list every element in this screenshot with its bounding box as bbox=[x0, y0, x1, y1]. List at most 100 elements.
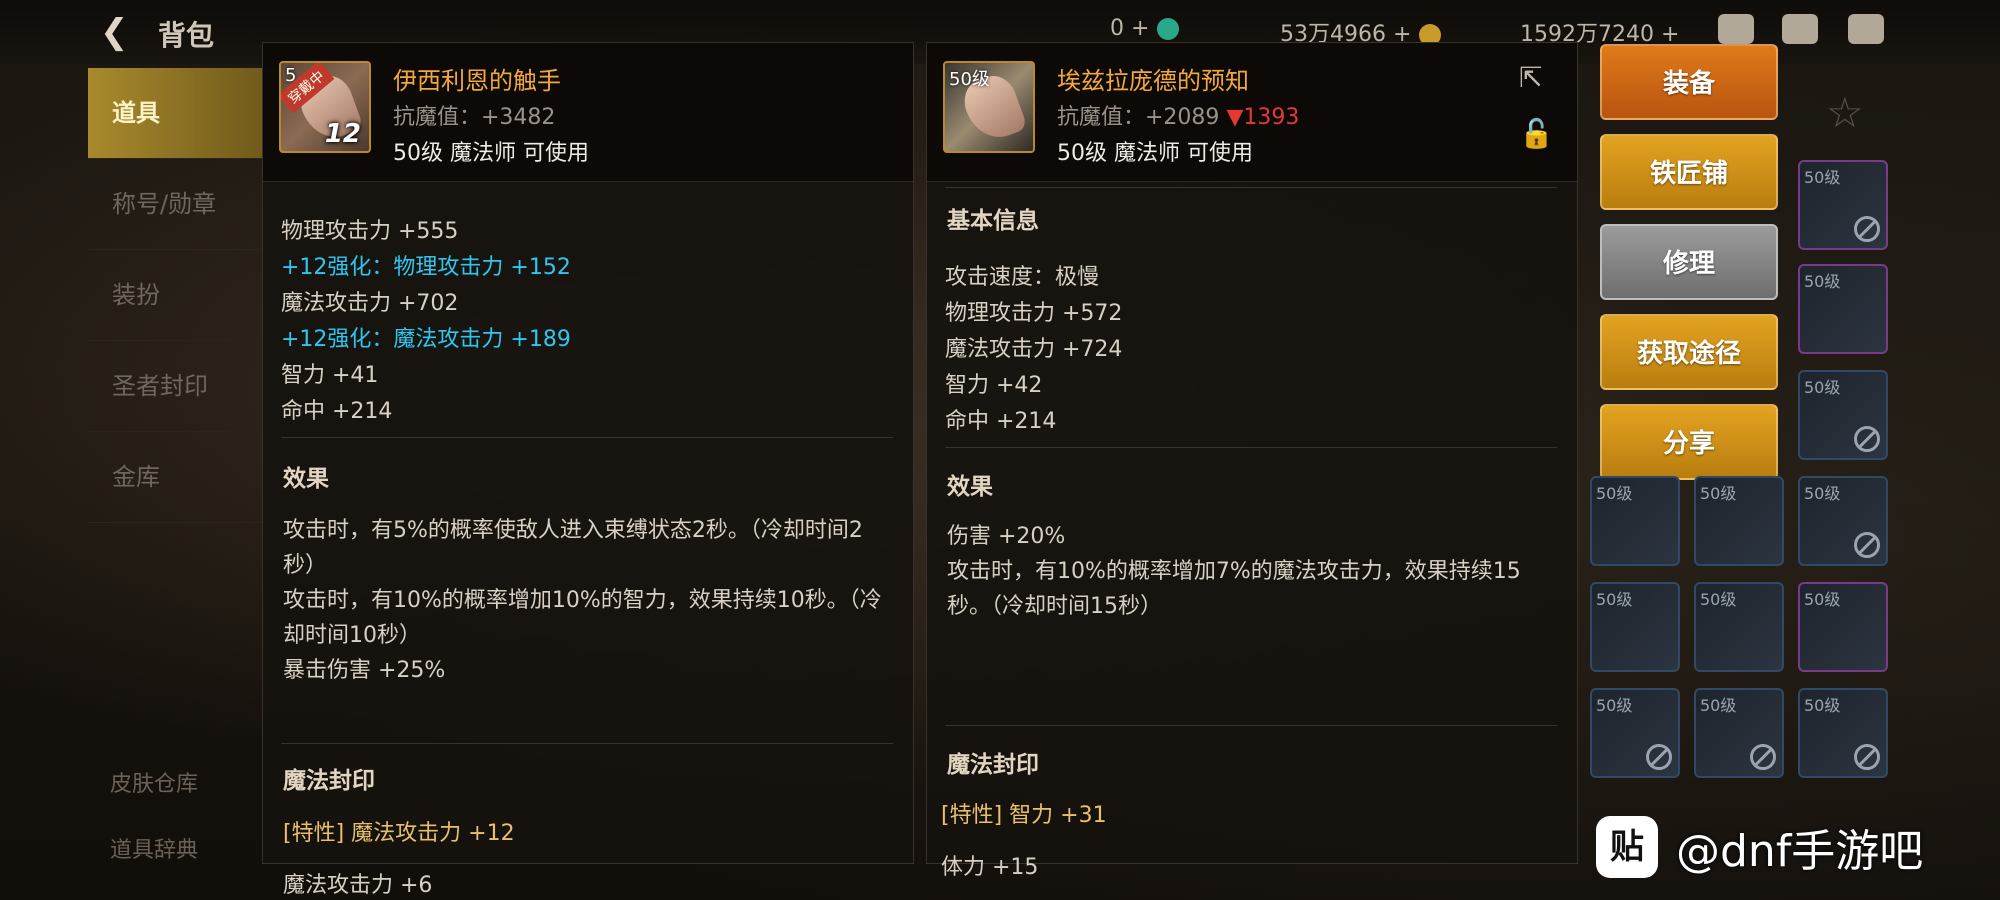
favorite-star-icon[interactable]: ☆ bbox=[1826, 88, 1864, 137]
share-button[interactable]: 分享 bbox=[1600, 404, 1778, 480]
item-name: 埃兹拉庞德的预知 bbox=[1057, 67, 1249, 95]
slot-level: 50级 bbox=[1804, 168, 1841, 187]
item-magic-resist: 抗魔值：+2089 ▼1393 bbox=[1057, 99, 1299, 131]
page-title: 背包 bbox=[158, 19, 215, 52]
effect-line: 攻击时，有5%的概率使敌人进入束缚状态2秒。（冷却时间2秒） bbox=[283, 518, 863, 578]
slot-level: 50级 bbox=[1804, 378, 1841, 397]
no-icon bbox=[1854, 532, 1880, 558]
enhance-level: 12 bbox=[324, 119, 361, 149]
item-requirement: 50级 魔法师 可使用 bbox=[393, 141, 589, 166]
effect-title: 效果 bbox=[283, 466, 329, 492]
inventory-slot[interactable]: 50级 bbox=[1798, 688, 1888, 778]
stat-line: +12强化：物理攻击力 +152 bbox=[281, 255, 571, 280]
inventory-slot[interactable]: 50级 bbox=[1590, 688, 1680, 778]
stat-line: 智力 +42 bbox=[945, 373, 1043, 398]
item-icon: 5 穿戴中 12 bbox=[279, 61, 371, 153]
magic-resist-diff: ▼1393 bbox=[1226, 105, 1300, 130]
tieba-logo-icon: 贴 bbox=[1596, 816, 1658, 878]
stat-line: 物理攻击力 +555 bbox=[281, 219, 459, 244]
inventory-slot[interactable]: 50级 bbox=[1694, 688, 1784, 778]
seal-extra: 体力 +15 bbox=[941, 855, 1039, 880]
chat-icon[interactable] bbox=[1848, 14, 1884, 44]
slot-level: 50级 bbox=[1596, 484, 1633, 503]
sidebar-item-items[interactable]: 道具 bbox=[88, 68, 278, 159]
inventory-slot[interactable]: 50级 bbox=[1798, 476, 1888, 566]
divider bbox=[281, 743, 893, 744]
seal-trait: [特性] 魔法攻击力 +12 bbox=[283, 821, 515, 846]
sidebar-item-vault[interactable]: 金库 bbox=[88, 432, 278, 523]
stat-line: 智力 +41 bbox=[281, 363, 379, 388]
stat-line: +12强化：魔法攻击力 +189 bbox=[281, 327, 571, 352]
watermark: 贴 @dnf手游吧 bbox=[1596, 812, 1923, 882]
blacksmith-button[interactable]: 铁匠铺 bbox=[1600, 134, 1778, 210]
inventory-slot[interactable]: 50级 bbox=[1694, 582, 1784, 672]
obtain-source-button[interactable]: 获取途径 bbox=[1600, 314, 1778, 390]
watermark-text: @dnf手游吧 bbox=[1676, 826, 1924, 877]
slot-level: 50级 bbox=[1700, 696, 1737, 715]
slot-level: 50级 bbox=[1804, 696, 1841, 715]
sidebar-item-costume[interactable]: 装扮 bbox=[88, 250, 278, 341]
item-requirement: 50级 魔法师 可使用 bbox=[1057, 141, 1253, 166]
equip-button[interactable]: 装备 bbox=[1600, 44, 1778, 120]
divider bbox=[281, 437, 893, 438]
stat-line: 命中 +214 bbox=[945, 409, 1057, 434]
inventory-slot[interactable]: 50级 bbox=[1798, 582, 1888, 672]
effect-text: 攻击时，有5%的概率使敌人进入束缚状态2秒。（冷却时间2秒） 攻击时，有10%的… bbox=[283, 513, 893, 688]
inventory-slot[interactable]: 50级 bbox=[1694, 476, 1784, 566]
sidebar-item-titles[interactable]: 称号/勋章 bbox=[88, 159, 278, 250]
magic-resist-value: 抗魔值：+2089 bbox=[1057, 105, 1220, 130]
compared-item-panel: 50级 埃兹拉庞德的预知 抗魔值：+2089 ▼1393 50级 魔法师 可使用… bbox=[926, 42, 1578, 880]
effect-line: 攻击时，有10%的概率增加7%的魔法攻击力，效果持续15秒。（冷却时间15秒） bbox=[947, 559, 1521, 619]
slot-level: 50级 bbox=[1804, 484, 1841, 503]
item-header: 5 穿戴中 12 伊西利恩的触手 抗魔值：+3482 50级 魔法师 可使用 bbox=[263, 43, 913, 182]
stat-line: 魔法攻击力 +702 bbox=[281, 291, 459, 316]
seal-title: 魔法封印 bbox=[283, 768, 375, 794]
item-header: 50级 埃兹拉庞德的预知 抗魔值：+2089 ▼1393 50级 魔法师 可使用… bbox=[927, 43, 1577, 182]
divider bbox=[945, 447, 1557, 448]
lock-icon[interactable]: 🔓 bbox=[1519, 117, 1554, 150]
inventory-slot[interactable]: 50级 bbox=[1798, 160, 1888, 250]
item-icon: 50级 bbox=[943, 61, 1035, 153]
stat-line: 魔法攻击力 +724 bbox=[945, 337, 1123, 362]
seal-title: 魔法封印 bbox=[947, 752, 1039, 778]
arrow-left-icon[interactable]: ❮ bbox=[100, 12, 129, 52]
no-icon bbox=[1646, 744, 1672, 770]
basic-info-title: 基本信息 bbox=[947, 208, 1039, 234]
mail-icon[interactable] bbox=[1782, 14, 1818, 44]
seal-extra: 魔法攻击力 +6 bbox=[283, 873, 433, 898]
effect-line: 暴击伤害 +25% bbox=[283, 658, 446, 683]
effect-line: 攻击时，有10%的概率增加10%的智力，效果持续10秒。（冷却时间10秒） bbox=[283, 588, 882, 648]
effect-title: 效果 bbox=[947, 474, 993, 500]
effect-line: 伤害 +20% bbox=[947, 524, 1066, 549]
shop-icon[interactable] bbox=[1718, 14, 1754, 44]
item-name: 伊西利恩的触手 bbox=[393, 67, 561, 95]
slot-level: 50级 bbox=[1700, 590, 1737, 609]
no-icon bbox=[1854, 216, 1880, 242]
sidebar-item-seal[interactable]: 圣者封印 bbox=[88, 341, 278, 432]
inventory-slot[interactable]: 50级 bbox=[1590, 582, 1680, 672]
no-icon bbox=[1854, 744, 1880, 770]
seal-trait: [特性] 智力 +31 bbox=[941, 803, 1107, 828]
no-icon bbox=[1854, 426, 1880, 452]
crystal-icon bbox=[1157, 18, 1180, 40]
divider bbox=[945, 725, 1557, 726]
inventory-slot[interactable]: 50级 bbox=[1798, 370, 1888, 460]
currency-1: 0 + bbox=[1110, 16, 1180, 41]
no-icon bbox=[1750, 744, 1776, 770]
repair-button[interactable]: 修理 bbox=[1600, 224, 1778, 300]
stat-line: 攻击速度：极慢 bbox=[945, 265, 1100, 290]
slot-level: 50级 bbox=[1804, 590, 1841, 609]
inventory-slot[interactable]: 50级 bbox=[1798, 264, 1888, 354]
share-out-icon[interactable]: ⇱ bbox=[1519, 61, 1553, 94]
stat-line: 物理攻击力 +572 bbox=[945, 301, 1123, 326]
sidebar: 道具 称号/勋章 装扮 圣者封印 金库 bbox=[88, 68, 278, 808]
item-level-badge: 50级 bbox=[949, 69, 990, 90]
effect-text: 伤害 +20% 攻击时，有10%的概率增加7%的魔法攻击力，效果持续15秒。（冷… bbox=[947, 519, 1557, 624]
slot-level: 50级 bbox=[1804, 272, 1841, 291]
slot-level: 50级 bbox=[1596, 696, 1633, 715]
inventory-slot[interactable]: 50级 bbox=[1590, 476, 1680, 566]
slot-level: 50级 bbox=[1700, 484, 1737, 503]
item-dictionary-link[interactable]: 道具辞典 bbox=[110, 832, 198, 864]
skin-storage-link[interactable]: 皮肤仓库 bbox=[110, 766, 198, 798]
currency-1-value: 0 bbox=[1110, 16, 1124, 41]
